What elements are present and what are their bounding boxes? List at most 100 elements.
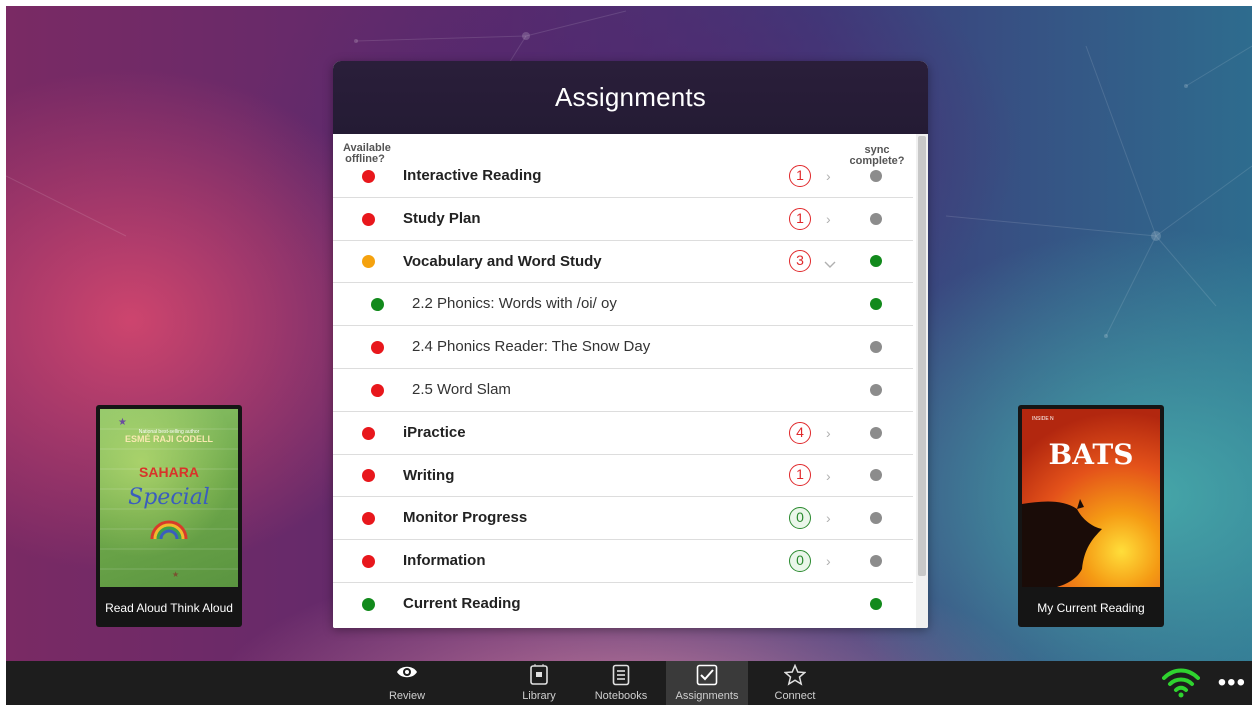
offline-status-dot: [362, 555, 375, 569]
sync-status-dot: [870, 383, 882, 396]
count-badge: 1: [789, 207, 811, 230]
nav-label: Connect: [774, 690, 816, 702]
book-caption: Read Aloud Think Aloud: [105, 601, 233, 615]
offline-status-dot: [362, 426, 375, 440]
sync-status-dot: [870, 555, 882, 568]
list-item-label: Writing: [403, 466, 455, 484]
bottom-nav-bar: Review Library Notebooks Assignments Con…: [6, 661, 1252, 705]
cover-title-2: Special: [128, 485, 210, 510]
sync-status-dot: [870, 469, 882, 482]
wifi-icon: [1162, 667, 1200, 704]
offline-status-dot: [362, 469, 375, 483]
cover-title-1: SAHARA: [139, 464, 199, 480]
nav-label: Review: [388, 690, 426, 702]
nav-library[interactable]: Library: [514, 661, 564, 705]
chevron-right-icon[interactable]: ›: [826, 198, 831, 241]
offline-status-dot: [371, 341, 384, 355]
list-item[interactable]: Monitor Progress 0 ›: [333, 497, 913, 541]
assignments-list: Available offline? sync complete? Intera…: [333, 134, 928, 628]
star-icon: ★: [118, 417, 127, 428]
list-item-label: Current Reading: [403, 595, 521, 612]
chevron-right-icon[interactable]: ›: [826, 412, 831, 455]
nav-assignments[interactable]: Assignments: [666, 661, 748, 705]
list-item-sub[interactable]: 2.4 Phonics Reader: The Snow Day: [333, 326, 913, 369]
nav-connect[interactable]: Connect: [768, 661, 822, 705]
offline-status-dot: [362, 512, 375, 526]
chevron-down-icon[interactable]: [823, 243, 837, 285]
chevron-right-icon[interactable]: ›: [826, 155, 831, 198]
list-item-label: Study Plan: [403, 209, 481, 227]
count-badge: 0: [789, 550, 811, 573]
list-item-label: 2.5 Word Slam: [412, 381, 511, 398]
book-caption: My Current Reading: [1037, 601, 1145, 615]
offline-status-dot: [371, 383, 384, 397]
chevron-right-icon[interactable]: ›: [826, 540, 831, 583]
checkbox-icon: [696, 664, 718, 691]
list-item[interactable]: Study Plan 1 ›: [333, 198, 913, 241]
count-badge: 1: [789, 464, 811, 487]
sync-status-dot: [870, 169, 882, 182]
list-item[interactable]: Writing 1 ›: [333, 455, 913, 498]
offline-status-dot: [362, 255, 375, 269]
list-item-sub[interactable]: 2.2 Phonics: Words with /oi/ oy: [333, 283, 913, 327]
cover-series: INSIDE N: [1032, 416, 1054, 422]
app-screen: National best-selling author ESMÉ RAJI C…: [6, 6, 1252, 705]
sync-status-dot: [870, 512, 882, 525]
sync-status-dot: [870, 341, 882, 354]
notebook-icon: [612, 664, 630, 691]
cover-author: ESMÉ RAJI CODELL: [125, 434, 214, 444]
list-item[interactable]: Vocabulary and Word Study 3: [333, 241, 913, 284]
count-badge: 3: [789, 250, 811, 273]
book-cover-bats: INSIDE N BATS: [1022, 409, 1160, 587]
nav-label: Library: [522, 690, 556, 702]
list-item-label: Vocabulary and Word Study: [403, 252, 602, 270]
panel-header: Assignments: [333, 61, 928, 134]
nav-label: Notebooks: [594, 690, 648, 702]
list-item-sub[interactable]: 2.5 Word Slam: [333, 369, 913, 412]
nav-notebooks[interactable]: Notebooks: [588, 661, 654, 705]
count-badge: 4: [789, 421, 811, 444]
list-item-label: 2.2 Phonics: Words with /oi/ oy: [412, 295, 617, 313]
list-item[interactable]: Information 0 ›: [333, 540, 913, 583]
cover-art: National best-selling author ESMÉ RAJI C…: [100, 417, 238, 579]
list-item[interactable]: Current Reading: [333, 583, 913, 626]
sync-status-dot: [870, 598, 882, 611]
offline-status-dot: [362, 169, 375, 183]
page-title: Assignments: [554, 82, 707, 112]
offline-status-dot: [362, 212, 375, 226]
chevron-right-icon[interactable]: ›: [826, 455, 831, 498]
sync-status-dot: [870, 255, 882, 268]
bat-silhouette: [1022, 499, 1102, 587]
eye-icon: [396, 664, 418, 685]
count-badge: 0: [789, 507, 811, 530]
book-cover-sahara-special: National best-selling author ESMÉ RAJI C…: [100, 409, 238, 587]
nav-review[interactable]: Review: [380, 661, 434, 705]
offline-status-dot: [371, 298, 384, 312]
list-item-label: Information: [403, 552, 486, 570]
sync-status-dot: [870, 212, 882, 225]
list-item-label: 2.4 Phonics Reader: The Snow Day: [412, 338, 651, 356]
assignments-panel: Assignments Available offline? sync comp…: [333, 61, 928, 628]
scrollbar[interactable]: [916, 134, 928, 628]
book-my-current-reading[interactable]: INSIDE N BATS My Current Reading: [1018, 405, 1164, 627]
sync-status-dot: [870, 298, 882, 311]
list-item-label: iPractice: [403, 423, 466, 441]
chevron-right-icon[interactable]: ›: [826, 497, 831, 540]
star-icon: ★: [172, 570, 179, 579]
offline-status-dot: [362, 598, 375, 612]
book-read-aloud-think-aloud[interactable]: National best-selling author ESMÉ RAJI C…: [96, 405, 242, 627]
library-icon: [529, 664, 549, 691]
list-item-label: Monitor Progress: [403, 509, 528, 527]
scrollbar-thumb[interactable]: [918, 136, 926, 576]
cover-title: BATS: [1049, 438, 1134, 471]
sync-status-dot: [870, 426, 882, 439]
star-icon: [783, 663, 807, 691]
cover-art: INSIDE N BATS: [1022, 416, 1134, 587]
count-badge: 1: [789, 164, 811, 187]
more-options-icon[interactable]: •••: [1218, 671, 1246, 695]
rainbow-icon: [150, 520, 188, 540]
list-item[interactable]: Interactive Reading 1 ›: [333, 155, 913, 198]
list-item[interactable]: iPractice 4 ›: [333, 412, 913, 455]
list-item-label: Interactive Reading: [403, 167, 542, 184]
nav-label: Assignments: [675, 690, 739, 702]
